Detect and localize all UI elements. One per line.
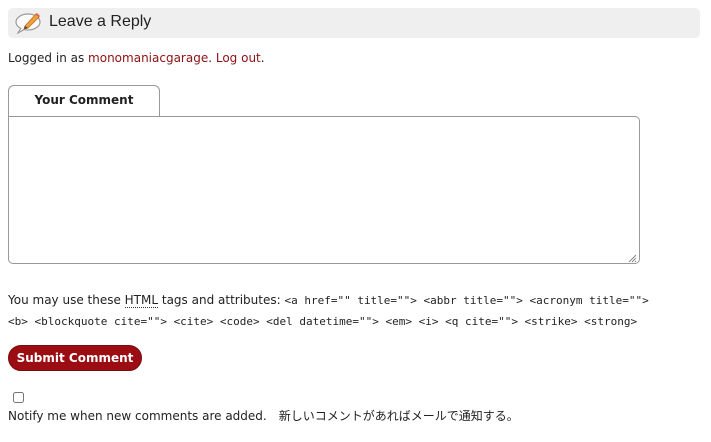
logged-in-separator: . [208, 51, 216, 65]
pencil-speech-bubble-icon [14, 10, 44, 35]
logout-link[interactable]: Log out [216, 51, 261, 65]
comment-textarea[interactable] [9, 117, 639, 263]
allowed-tags-prefix: You may use these [8, 293, 125, 307]
tab-your-comment[interactable]: Your Comment [8, 85, 160, 116]
username-link[interactable]: monomaniacgarage [88, 51, 208, 65]
comment-box [8, 116, 640, 264]
logged-in-suffix: . [260, 51, 265, 65]
html-abbr: HTML [124, 293, 159, 308]
allowed-tags-middle: tags and attributes: [158, 293, 285, 307]
reply-header: Leave a Reply [8, 8, 700, 38]
allowed-tags-note: You may use these HTML tags and attribut… [8, 290, 668, 332]
submit-comment-button[interactable]: Submit Comment [8, 345, 142, 371]
notify-label: Notify me when new comments are added. 新… [8, 409, 519, 423]
logged-in-prefix: Logged in as [8, 51, 89, 65]
notify-checkbox[interactable] [13, 392, 24, 403]
logged-in-line: Logged in as monomaniacgarage. Log out. [8, 51, 265, 65]
reply-title: Leave a Reply [49, 13, 152, 30]
resize-grip-icon[interactable] [628, 252, 637, 263]
